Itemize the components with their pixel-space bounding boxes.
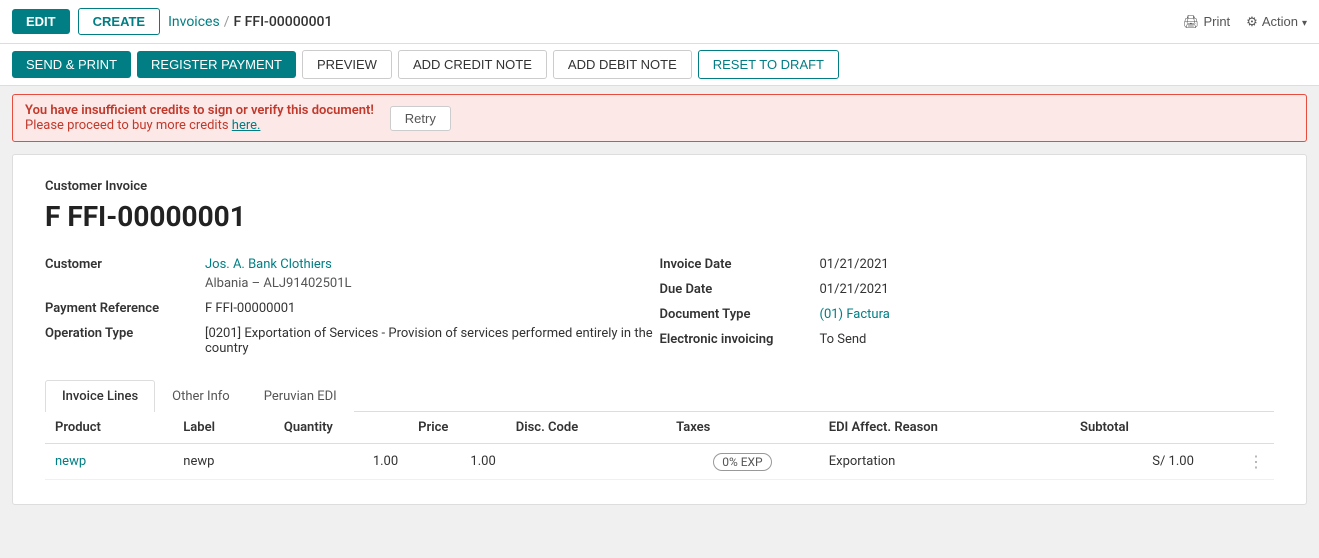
operation-type-row: Operation Type [0201] Exportation of Ser…: [45, 326, 660, 356]
breadcrumb-current: F FFI-00000001: [233, 14, 332, 30]
cell-subtotal: S/ 1.00: [1070, 444, 1204, 480]
table-row: newp newp 1.00 1.00 0% EXP Exportation S…: [45, 444, 1274, 480]
reset-to-draft-button[interactable]: RESET TO DRAFT: [698, 50, 839, 79]
cell-taxes: 0% EXP: [666, 444, 819, 480]
tax-badge: 0% EXP: [713, 453, 771, 471]
operation-type-value: [0201] Exportation of Services - Provisi…: [205, 326, 660, 356]
breadcrumb-parent[interactable]: Invoices: [168, 14, 220, 30]
customer-row: Customer Jos. A. Bank Clothiers: [45, 257, 660, 272]
printer-icon: [1183, 14, 1200, 30]
cell-price: 1.00: [408, 444, 506, 480]
warning-line2-prefix: Please proceed to buy more credits: [25, 118, 232, 133]
cell-quantity: 1.00: [274, 444, 408, 480]
add-credit-note-button[interactable]: ADD CREDIT NOTE: [398, 50, 547, 79]
payment-reference-value: F FFI-00000001: [205, 301, 295, 316]
warning-text: You have insufficient credits to sign or…: [25, 103, 374, 133]
cell-edi-reason: Exportation: [819, 444, 1070, 480]
col-label: Label: [173, 412, 274, 444]
payment-reference-row: Payment Reference F FFI-00000001: [45, 301, 660, 316]
doc-type-label: Customer Invoice: [45, 179, 1274, 194]
info-right: Invoice Date 01/21/2021 Due Date 01/21/2…: [660, 257, 1275, 356]
gear-icon: [1246, 14, 1258, 30]
invoice-info-grid: Customer Jos. A. Bank Clothiers Albania …: [45, 257, 1274, 356]
preview-button[interactable]: PREVIEW: [302, 50, 392, 79]
due-date-label: Due Date: [660, 282, 820, 297]
table-header-row: Product Label Quantity Price Disc. Code …: [45, 412, 1274, 444]
action-bar: SEND & PRINT REGISTER PAYMENT PREVIEW AD…: [0, 44, 1319, 86]
col-price: Price: [408, 412, 506, 444]
top-right-actions: Print Action: [1183, 14, 1307, 30]
create-button[interactable]: CREATE: [78, 8, 160, 35]
electronic-invoicing-row: Electronic invoicing To Send: [660, 332, 1275, 347]
edit-button[interactable]: EDIT: [12, 9, 70, 34]
operation-type-label: Operation Type: [45, 326, 205, 341]
invoice-date-label: Invoice Date: [660, 257, 820, 272]
cell-product: newp: [45, 444, 173, 480]
breadcrumb-separator: /: [224, 14, 230, 30]
print-label: Print: [1203, 14, 1230, 29]
row-menu-icon[interactable]: ⋮: [1248, 452, 1264, 471]
customer-sub: Albania – ALJ91402501L: [45, 276, 660, 291]
customer-value[interactable]: Jos. A. Bank Clothiers: [205, 257, 332, 272]
cell-menu[interactable]: ⋮: [1204, 444, 1274, 480]
payment-reference-label: Payment Reference: [45, 301, 205, 316]
col-edi-reason: EDI Affect. Reason: [819, 412, 1070, 444]
customer-label: Customer: [45, 257, 205, 272]
document-type-value[interactable]: (01) Factura: [820, 307, 890, 322]
col-quantity: Quantity: [274, 412, 408, 444]
electronic-invoicing-label: Electronic invoicing: [660, 332, 820, 347]
add-debit-note-button[interactable]: ADD DEBIT NOTE: [553, 50, 692, 79]
action-button[interactable]: Action: [1246, 14, 1307, 30]
warning-line1: You have insufficient credits to sign or…: [25, 103, 374, 118]
product-link[interactable]: newp: [55, 454, 86, 469]
invoice-tabs: Invoice Lines Other Info Peruvian EDI: [45, 380, 1274, 412]
col-taxes: Taxes: [666, 412, 819, 444]
invoice-lines-table: Product Label Quantity Price Disc. Code …: [45, 412, 1274, 480]
info-left: Customer Jos. A. Bank Clothiers Albania …: [45, 257, 660, 356]
invoice-number: F FFI-00000001: [45, 200, 1274, 233]
col-menu: [1204, 412, 1274, 444]
document-type-row: Document Type (01) Factura: [660, 307, 1275, 322]
warning-link[interactable]: here.: [232, 118, 261, 133]
col-disc-code: Disc. Code: [506, 412, 666, 444]
top-nav: EDIT CREATE Invoices / F FFI-00000001 Pr…: [0, 0, 1319, 44]
print-button[interactable]: Print: [1183, 14, 1230, 30]
tab-peruvian-edi[interactable]: Peruvian EDI: [247, 380, 354, 412]
cell-label: newp: [173, 444, 274, 480]
action-chevron-icon: [1302, 14, 1307, 29]
invoice-date-row: Invoice Date 01/21/2021: [660, 257, 1275, 272]
tab-invoice-lines[interactable]: Invoice Lines: [45, 380, 155, 412]
breadcrumb: Invoices / F FFI-00000001: [168, 14, 1175, 30]
due-date-row: Due Date 01/21/2021: [660, 282, 1275, 297]
document-type-label: Document Type: [660, 307, 820, 322]
electronic-invoicing-value: To Send: [820, 332, 867, 347]
due-date-value: 01/21/2021: [820, 282, 889, 297]
warning-banner: You have insufficient credits to sign or…: [12, 94, 1307, 142]
action-label: Action: [1262, 14, 1298, 29]
cell-disc-code: [506, 444, 666, 480]
col-product: Product: [45, 412, 173, 444]
retry-button[interactable]: Retry: [390, 106, 451, 131]
invoice-date-value: 01/21/2021: [820, 257, 889, 272]
send-print-button[interactable]: SEND & PRINT: [12, 51, 131, 78]
register-payment-button[interactable]: REGISTER PAYMENT: [137, 51, 296, 78]
tab-other-info[interactable]: Other Info: [155, 380, 247, 412]
invoice-form: Customer Invoice F FFI-00000001 Customer…: [12, 154, 1307, 505]
col-subtotal: Subtotal: [1070, 412, 1204, 444]
